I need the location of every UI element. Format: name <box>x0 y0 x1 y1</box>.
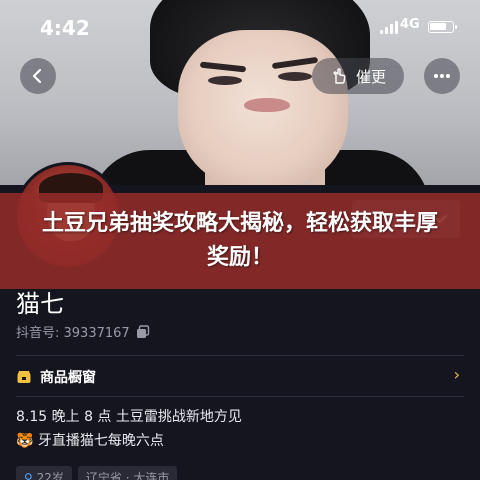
shop-window-label: 商品橱窗 <box>40 370 96 386</box>
follow-up-button[interactable]: 催更 <box>312 58 404 94</box>
more-dots-icon <box>434 74 450 78</box>
cover-eye-right <box>278 72 312 81</box>
tiger-face-icon: 🐯 <box>16 433 34 449</box>
copy-icon[interactable] <box>136 324 150 339</box>
status-bar: 4:42 4G <box>0 0 480 50</box>
network-type: 4G <box>400 17 420 32</box>
more-button[interactable] <box>424 58 460 94</box>
hand-point-icon <box>333 68 346 84</box>
back-button[interactable] <box>20 58 56 94</box>
bio-line-2: 牙直播猫七每晚六点 <box>37 433 164 449</box>
battery-icon <box>428 21 457 33</box>
age-tag: ♀ 22岁 <box>16 466 72 480</box>
location-tag: 辽宁省 · 大连市 <box>77 466 178 480</box>
bio-line-2-row: 🐯 牙直播猫七每晚六点 <box>16 430 164 450</box>
douyin-id: 抖音号: 39337167 <box>16 326 130 341</box>
follow-up-label: 催更 <box>355 67 386 86</box>
chevron-right-icon: › <box>453 365 460 384</box>
profile-name: 猫七 <box>16 290 64 318</box>
banner-title: 土豆兄弟抽奖攻略大揭秘，轻松获取丰厚奖励！ <box>41 211 438 270</box>
profile-tags: ♀ 22岁 辽宁省 · 大连市 <box>16 466 178 480</box>
shop-window-row[interactable]: 商品橱窗 › <box>16 365 464 389</box>
status-time: 4:42 <box>40 16 90 40</box>
bio-line-1: 8.15 晚上 8 点 土豆雷挑战新地方见 <box>16 409 242 425</box>
signal-icon <box>380 20 398 34</box>
age-tag-label: 22岁 <box>36 471 64 480</box>
chevron-left-icon <box>32 68 42 84</box>
female-icon: ♀ <box>24 471 33 480</box>
divider <box>16 355 464 356</box>
cover-lips <box>244 98 290 112</box>
shop-icon <box>17 371 31 383</box>
douyin-id-row: 抖音号: 39337167 <box>16 322 150 341</box>
cover-eye-left <box>208 76 242 85</box>
article-title-banner: 土豆兄弟抽奖攻略大揭秘，轻松获取丰厚奖励！ <box>0 193 480 289</box>
divider <box>16 396 464 397</box>
